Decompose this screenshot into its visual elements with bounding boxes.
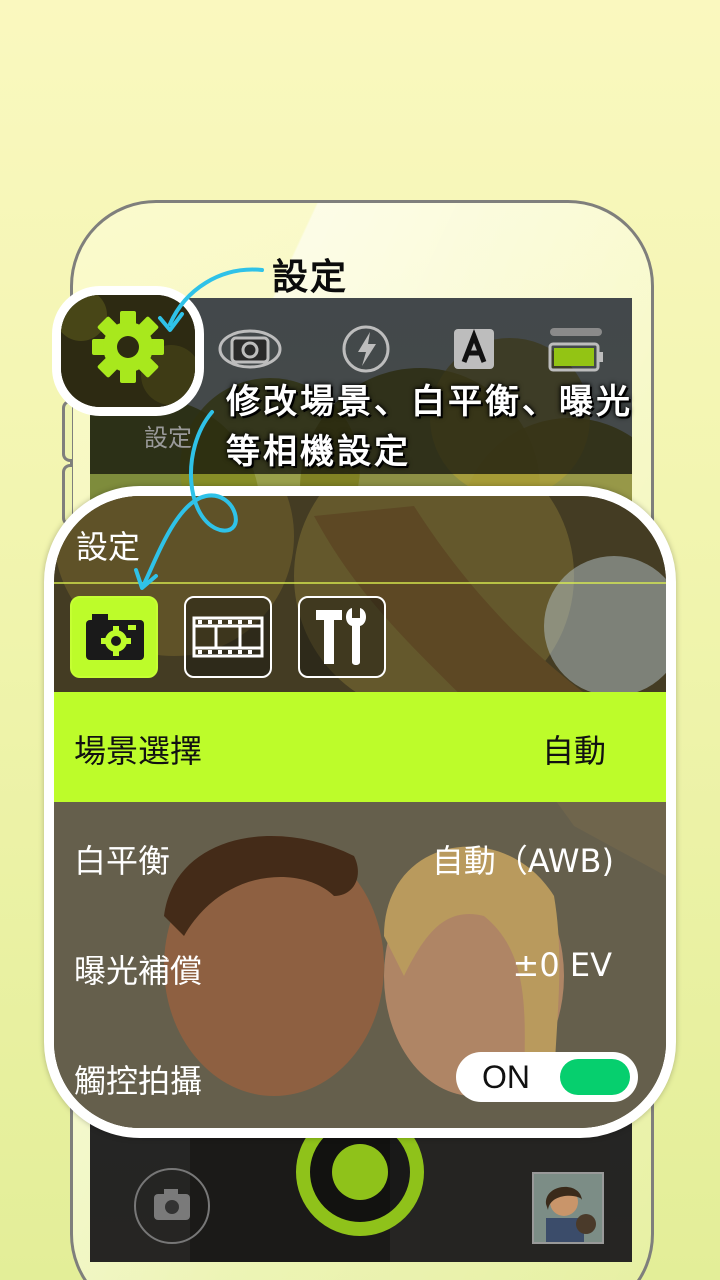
- touch-shot-toggle-text: ON: [482, 1059, 530, 1095]
- exposure-compensation-label: 曝光補償: [74, 952, 203, 990]
- panel-title: 設定: [76, 528, 141, 566]
- camera-flip-icon[interactable]: [218, 324, 282, 374]
- touch-shot-row: 觸控拍攝 ON: [54, 1022, 666, 1128]
- exposure-compensation-row[interactable]: 曝光補償 ±0 EV: [54, 912, 666, 1022]
- film-icon: [192, 616, 264, 658]
- white-balance-value: 自動（AWB): [431, 842, 614, 880]
- camera-settings-icon: [86, 614, 144, 660]
- scene-selection-label: 場景選擇: [74, 732, 203, 770]
- scene-selection-value: 自動: [541, 732, 606, 770]
- touch-shot-toggle[interactable]: ON: [456, 1052, 638, 1102]
- camera-bottom-bar: [90, 1108, 632, 1262]
- gallery-thumbnail[interactable]: [532, 1172, 604, 1244]
- auto-mode-icon[interactable]: [442, 324, 506, 374]
- settings-label: 設定: [144, 424, 192, 452]
- settings-gear-callout[interactable]: [52, 286, 204, 416]
- white-balance-label: 白平衡: [74, 842, 171, 880]
- battery-icon: [546, 324, 610, 374]
- phone-side-button-upper: [62, 400, 72, 462]
- tab-camera-settings[interactable]: [70, 596, 158, 678]
- annotation-settings-title: 設定: [272, 256, 349, 298]
- camera-switch-icon[interactable]: [134, 1168, 210, 1244]
- flash-auto-icon[interactable]: [334, 324, 398, 374]
- exposure-compensation-value: ±0 EV: [512, 946, 612, 984]
- panel-divider: [54, 582, 666, 584]
- toggle-knob: [560, 1059, 630, 1095]
- gear-icon[interactable]: [61, 295, 195, 407]
- tools-icon: [316, 608, 366, 665]
- settings-panel: 設定 場景選擇 自動 白平衡 自動（AWB) 曝光補償 ±0 EV 觸控拍攝 O…: [44, 486, 676, 1138]
- annotation-description-line2: 等相機設定: [226, 432, 411, 472]
- tab-video[interactable]: [184, 596, 272, 678]
- scene-selection-row[interactable]: 場景選擇 自動: [54, 692, 666, 802]
- white-balance-row[interactable]: 白平衡 自動（AWB): [54, 802, 666, 912]
- shutter-inner: [332, 1144, 388, 1200]
- tab-tools[interactable]: [298, 596, 386, 678]
- touch-shot-label: 觸控拍攝: [74, 1062, 203, 1100]
- annotation-description-line1: 修改場景、白平衡、曝光: [226, 382, 633, 422]
